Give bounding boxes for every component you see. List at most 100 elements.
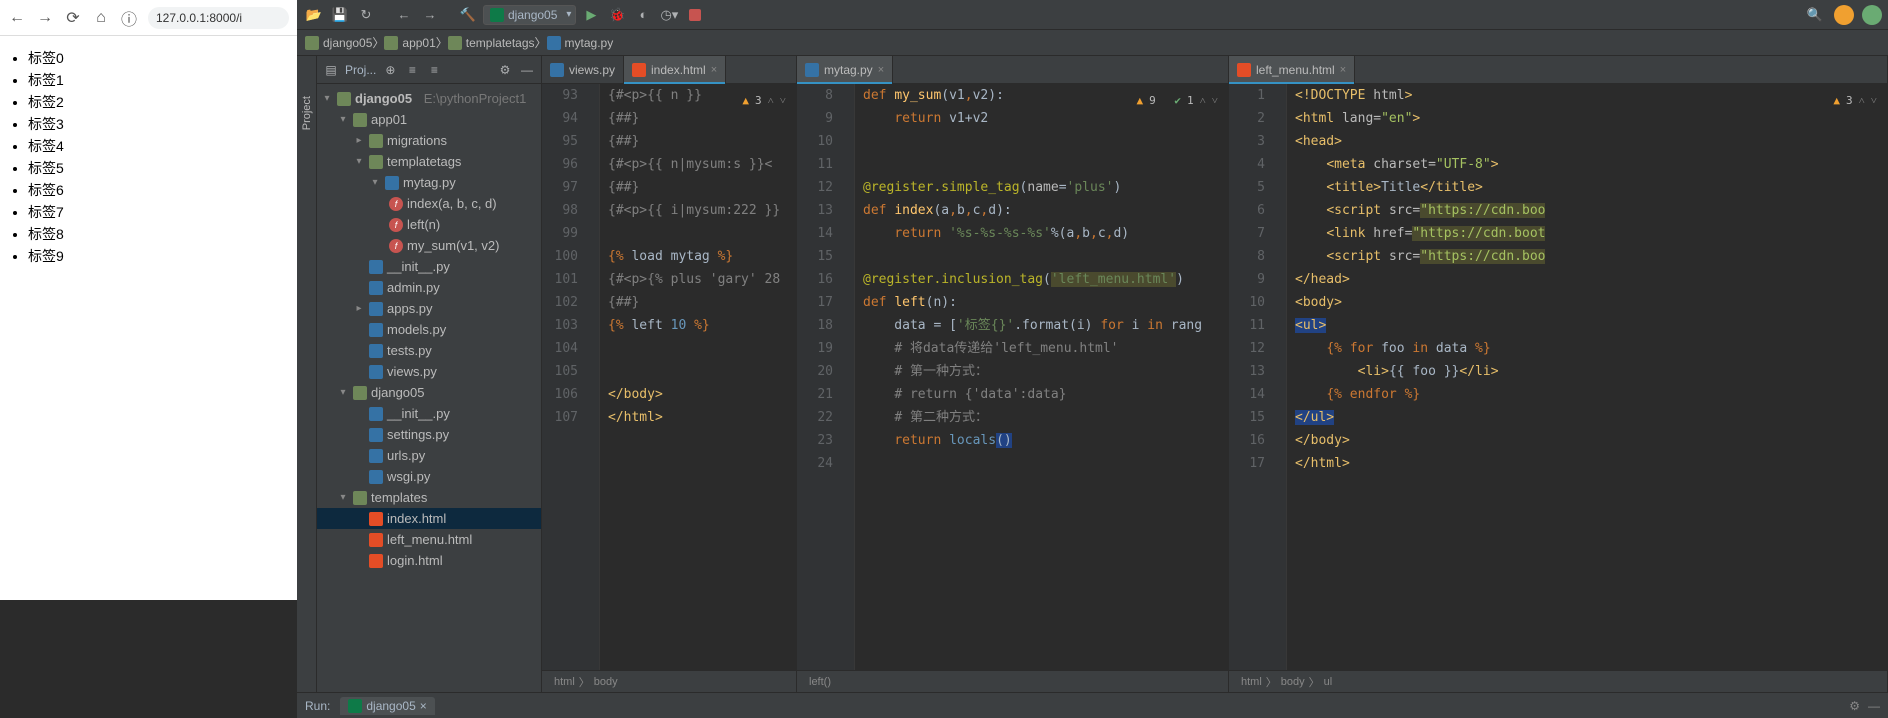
tree-models[interactable]: models.py <box>317 319 541 340</box>
tree-fn-left[interactable]: fleft(n) <box>317 214 541 235</box>
html-icon <box>632 63 646 77</box>
tree-urls[interactable]: urls.py <box>317 445 541 466</box>
ide-toolbar: 📂 💾 ↻ ← → 🔨 django05 ▶ 🐞 ◐ ◷▾ 🔍 <box>297 0 1888 30</box>
fold-gutter[interactable] <box>586 84 600 670</box>
avatar2-icon[interactable] <box>1862 5 1882 25</box>
tree-index-html[interactable]: index.html <box>317 508 541 529</box>
expand-icon[interactable]: ≡ <box>404 63 420 77</box>
tree-mytag[interactable]: ▾mytag.py <box>317 172 541 193</box>
run-tab[interactable]: django05 × <box>340 697 434 715</box>
close-icon[interactable]: × <box>711 64 717 76</box>
home-icon[interactable]: ⌂ <box>92 9 110 27</box>
run-config-dropdown[interactable]: django05 <box>483 5 576 25</box>
tree-init[interactable]: __init__.py <box>317 256 541 277</box>
code-text[interactable]: <!DOCTYPE html> <html lang="en"> <head> … <box>1287 84 1887 670</box>
forward-icon[interactable]: → <box>36 9 54 27</box>
run-label: Run: <box>305 699 330 713</box>
python-icon <box>369 302 383 316</box>
folder-icon <box>448 36 462 50</box>
profile-icon[interactable]: ◷▾ <box>658 4 680 26</box>
python-icon <box>369 281 383 295</box>
gear-icon[interactable]: ⚙ <box>497 63 513 77</box>
run-icon[interactable]: ▶ <box>580 4 602 26</box>
code-text[interactable]: {#<p>{{ n }} {##} {##} {#<p>{{ n|mysum:s… <box>600 84 796 670</box>
tree-fn-index[interactable]: findex(a, b, c, d) <box>317 193 541 214</box>
html-icon <box>369 533 383 547</box>
tab-views[interactable]: views.py <box>542 56 624 83</box>
inspection-strip[interactable]: ▲3˄˅ <box>1829 88 1881 113</box>
editor-breadcrumb-2[interactable]: left() <box>797 670 1228 692</box>
editor-pane-2: mytag.py× ▲9 ✔1˄˅ 8910111213141516171819… <box>797 56 1229 692</box>
info-icon[interactable]: ⓘ <box>120 9 138 27</box>
tree-apps[interactable]: ▸apps.py <box>317 298 541 319</box>
tree-app01[interactable]: ▾app01 <box>317 109 541 130</box>
hide-icon[interactable]: — <box>519 63 535 77</box>
folder-icon <box>353 386 367 400</box>
tree-wsgi[interactable]: wsgi.py <box>317 466 541 487</box>
close-icon[interactable]: × <box>420 699 427 713</box>
crumb-ttags[interactable]: templatetags <box>448 36 535 50</box>
crumb-app[interactable]: app01 <box>384 36 435 50</box>
tab-index[interactable]: index.html× <box>624 56 726 83</box>
python-icon <box>385 176 399 190</box>
nav-breadcrumbs: django05 〉 app01 〉 templatetags 〉 mytag.… <box>297 30 1888 56</box>
tree-fn-mysum[interactable]: fmy_sum(v1, v2) <box>317 235 541 256</box>
tab-mytag[interactable]: mytag.py× <box>797 56 893 83</box>
editor-breadcrumb-1[interactable]: html〉body <box>542 670 796 692</box>
editor-breadcrumb-3[interactable]: html〉body〉ul <box>1229 670 1887 692</box>
inspection-strip[interactable]: ▲9 ✔1˄˅ <box>1132 88 1222 113</box>
avatar-icon[interactable] <box>1834 5 1854 25</box>
coverage-icon[interactable]: ◐ <box>632 4 654 26</box>
tree-django-pkg[interactable]: ▾django05 <box>317 382 541 403</box>
save-icon[interactable]: 💾 <box>329 4 351 26</box>
minimize-icon[interactable]: — <box>1868 699 1880 713</box>
tree-templates[interactable]: ▾templates <box>317 487 541 508</box>
code-area-2[interactable]: ▲9 ✔1˄˅ 89101112131415161718192021222324… <box>797 84 1228 670</box>
code-area-3[interactable]: ▲3˄˅ 1234567891011121314151617 <!DOCTYPE… <box>1229 84 1887 670</box>
tree-views[interactable]: views.py <box>317 361 541 382</box>
python-icon <box>369 344 383 358</box>
sync-icon[interactable]: ↻ <box>355 4 377 26</box>
crumb-root[interactable]: django05 <box>305 36 372 50</box>
debug-icon[interactable]: 🐞 <box>606 4 628 26</box>
fold-gutter[interactable] <box>1273 84 1287 670</box>
open-icon[interactable]: 📂 <box>303 4 325 26</box>
close-icon[interactable]: × <box>1340 64 1346 76</box>
select-target-icon[interactable]: ⊕ <box>382 63 398 77</box>
tool-strip-left[interactable]: Project <box>297 56 317 692</box>
gear-icon[interactable]: ⚙ <box>1849 699 1860 713</box>
tree-login-html[interactable]: login.html <box>317 550 541 571</box>
back-icon[interactable]: ← <box>8 9 26 27</box>
tree-settings[interactable]: settings.py <box>317 424 541 445</box>
tree-init2[interactable]: __init__.py <box>317 403 541 424</box>
tree-tests[interactable]: tests.py <box>317 340 541 361</box>
code-area-1[interactable]: ▲3˄˅ 93949596979899100101102103104105106… <box>542 84 796 670</box>
close-icon[interactable]: × <box>878 64 884 76</box>
tree-migrations[interactable]: ▸migrations <box>317 130 541 151</box>
url-bar[interactable]: 127.0.0.1:8000/i <box>148 7 289 29</box>
project-tree[interactable]: ▾django05 E:\pythonProject1 ▾app01 ▸migr… <box>317 84 541 692</box>
code-text[interactable]: def my_sum(v1,v2): return v1+v2 @registe… <box>855 84 1228 670</box>
project-title: Proj... <box>345 63 376 77</box>
tree-leftmenu-html[interactable]: left_menu.html <box>317 529 541 550</box>
fold-gutter[interactable] <box>841 84 855 670</box>
python-icon <box>547 36 561 50</box>
crumb-file[interactable]: mytag.py <box>547 36 614 50</box>
list-item: 标签8 <box>28 224 297 244</box>
tree-root[interactable]: ▾django05 E:\pythonProject1 <box>317 88 541 109</box>
browser-toolbar: ← → ⟳ ⌂ ⓘ 127.0.0.1:8000/i <box>0 0 297 36</box>
list-item: 标签5 <box>28 158 297 178</box>
tree-admin[interactable]: admin.py <box>317 277 541 298</box>
search-icon[interactable]: 🔍 <box>1804 4 1826 26</box>
redo-arrow-icon[interactable]: → <box>419 4 441 26</box>
stop-icon[interactable] <box>684 4 706 26</box>
tree-templatetags[interactable]: ▾templatetags <box>317 151 541 172</box>
tab-leftmenu[interactable]: left_menu.html× <box>1229 56 1355 83</box>
undo-arrow-icon[interactable]: ← <box>393 4 415 26</box>
python-icon <box>369 365 383 379</box>
gutter: 93949596979899100101102103104105106107 <box>542 84 586 670</box>
build-icon[interactable]: 🔨 <box>457 4 479 26</box>
collapse-icon[interactable]: ≡ <box>426 63 442 77</box>
inspection-strip[interactable]: ▲3˄˅ <box>738 88 790 113</box>
reload-icon[interactable]: ⟳ <box>64 9 82 27</box>
